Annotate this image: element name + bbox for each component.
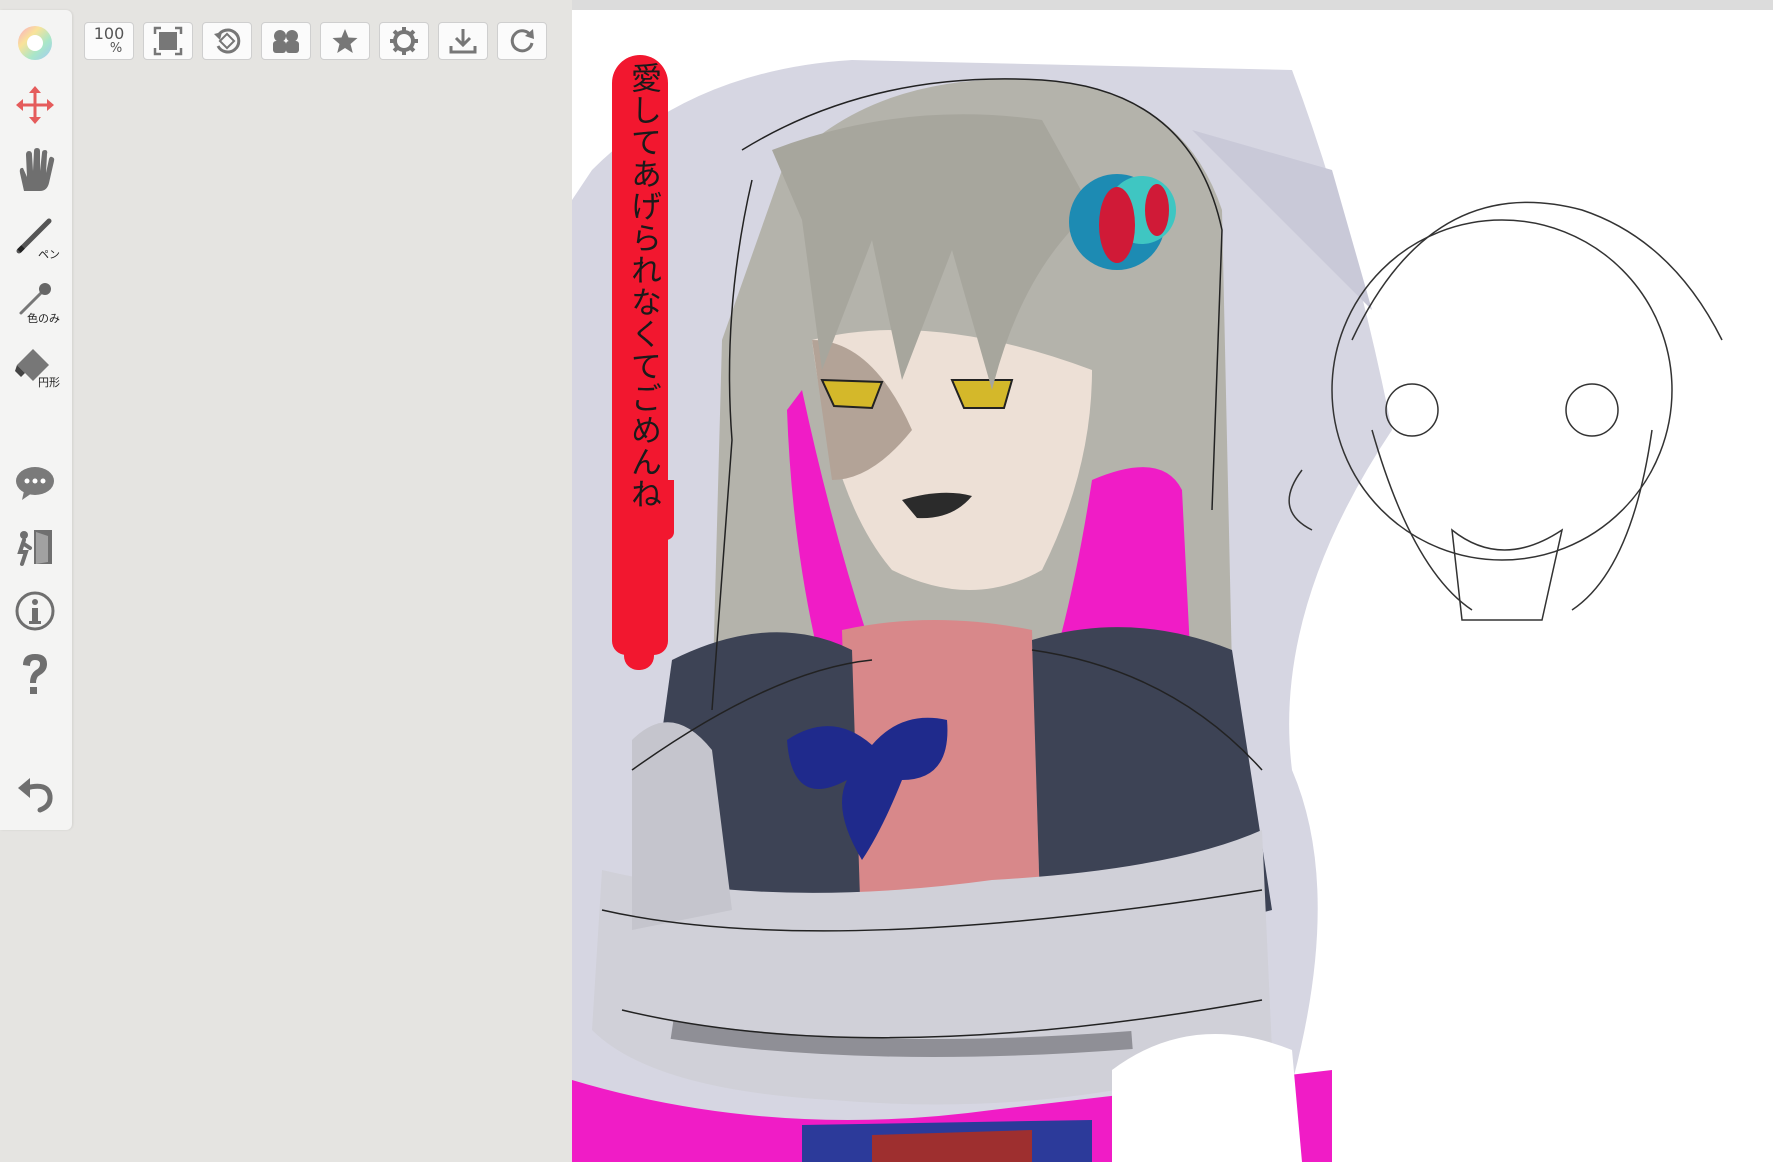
hand-tool-button[interactable] (8, 143, 62, 197)
white-smudge (1112, 1034, 1302, 1162)
rotate-reset-button[interactable] (202, 22, 252, 60)
fit-screen-button[interactable] (143, 22, 193, 60)
gear-icon (390, 27, 418, 55)
help-icon (23, 654, 47, 694)
eraser-tool-label: 円形 (38, 376, 60, 389)
zoom-unit: % (109, 41, 123, 56)
reload-icon (510, 29, 534, 53)
reload-button[interactable] (497, 22, 547, 60)
download-button[interactable] (438, 22, 488, 60)
eyedropper-tool-label: 色のみ (27, 312, 60, 325)
exit-icon (17, 530, 52, 566)
fit-screen-icon (153, 26, 183, 56)
hand-icon (19, 148, 55, 191)
zoom-label: 100 % (94, 26, 125, 57)
artwork (572, 60, 1723, 1162)
canvas-caption: 愛してあげられなくてごめんね (625, 62, 661, 510)
pen-tool-button[interactable]: ペン (8, 208, 62, 262)
users-button[interactable] (261, 22, 311, 60)
download-icon (449, 29, 477, 54)
canvas-top-strip (572, 0, 1773, 10)
chat-button[interactable] (8, 456, 62, 510)
info-icon (15, 591, 55, 631)
move-tool-button[interactable] (8, 78, 62, 132)
settings-button[interactable] (379, 22, 429, 60)
drawing-canvas[interactable]: 愛してあげられなくてごめんね (572, 10, 1773, 1162)
pen-tool-label: ペン (38, 248, 60, 261)
tool-palette: ペン 色のみ 円形 (0, 10, 72, 830)
zoom-100-button[interactable]: 100 % (84, 22, 134, 60)
stripe-red (872, 1130, 1032, 1162)
undo-icon (18, 778, 53, 813)
help-button[interactable] (8, 648, 62, 702)
rotate-reset-icon (214, 28, 241, 54)
red-banner-drip (624, 570, 654, 670)
undo-button[interactable] (8, 766, 62, 820)
favorite-button[interactable] (320, 22, 370, 60)
info-button[interactable] (8, 584, 62, 638)
eraser-tool-button[interactable]: 円形 (8, 336, 62, 390)
exit-button[interactable] (8, 520, 62, 574)
color-wheel-button[interactable] (8, 16, 62, 70)
star-icon (332, 29, 358, 53)
users-icon (273, 30, 299, 53)
move-icon (16, 86, 54, 124)
color-wheel-icon (18, 26, 52, 60)
eyedropper-tool-button[interactable]: 色のみ (8, 272, 62, 326)
chat-icon (16, 467, 54, 500)
